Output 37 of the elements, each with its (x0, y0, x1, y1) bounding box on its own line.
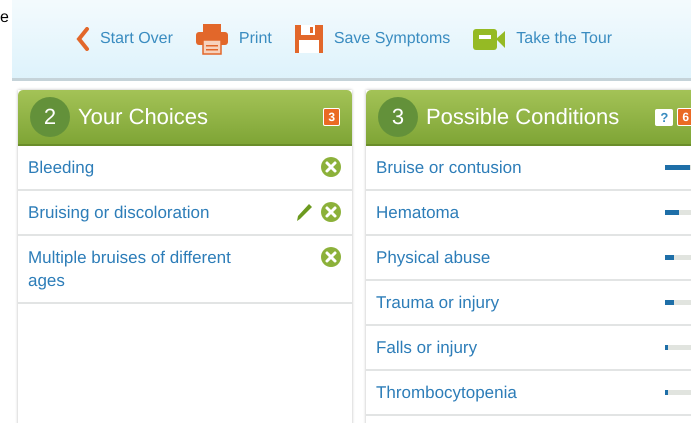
condition-label: Bruise or contusion (376, 157, 522, 179)
choice-row[interactable]: Bleeding (18, 146, 352, 191)
remove-icon[interactable] (320, 246, 342, 268)
toolbar-button[interactable]: Save Symptoms (294, 24, 450, 54)
choice-label: Bruising or discoloration (28, 202, 210, 224)
step-number: 2 (30, 97, 70, 137)
choice-label: Bleeding (28, 157, 94, 179)
condition-row[interactable]: Hematoma (366, 191, 691, 236)
toolbar-button[interactable]: Take the Tour (472, 26, 612, 52)
condition-label: Thrombocytopenia (376, 382, 517, 404)
panel-title: Possible Conditions (426, 104, 620, 130)
choice-row[interactable]: Multiple bruises of different ages (18, 236, 352, 304)
count-badge: 3 (323, 108, 340, 126)
printer-icon (194, 23, 229, 55)
video-camera-icon (472, 26, 506, 52)
condition-label: Falls or injury (376, 337, 478, 359)
help-button[interactable]: ? (655, 108, 674, 126)
condition-row[interactable]: Thrombocytopenia (366, 371, 691, 416)
cut-off-text: e (0, 9, 9, 27)
condition-label: Hematoma (376, 202, 460, 224)
pencil-icon[interactable] (294, 202, 314, 222)
step-number: 3 (378, 97, 418, 137)
choice-label: Multiple bruises of different ages (28, 247, 232, 292)
panel-title: Your Choices (78, 104, 210, 130)
condition-row[interactable]: Trauma or injury (366, 281, 691, 326)
condition-label: Trauma or injury (376, 292, 500, 314)
condition-label: Physical abuse (376, 247, 490, 269)
toolbar-button[interactable]: Start Over (76, 27, 173, 51)
toolbar-button[interactable]: Print (194, 23, 272, 55)
count-badge: 6 (677, 108, 691, 126)
condition-row[interactable]: Bruise or contusion (366, 146, 691, 191)
remove-icon[interactable] (320, 156, 342, 178)
choice-row[interactable]: Bruising or discoloration (18, 191, 352, 236)
chevron-left-icon (76, 27, 90, 51)
condition-row[interactable]: Falls or injury (366, 326, 691, 371)
condition-row[interactable]: Physical abuse (366, 236, 691, 281)
remove-icon[interactable] (320, 201, 342, 223)
